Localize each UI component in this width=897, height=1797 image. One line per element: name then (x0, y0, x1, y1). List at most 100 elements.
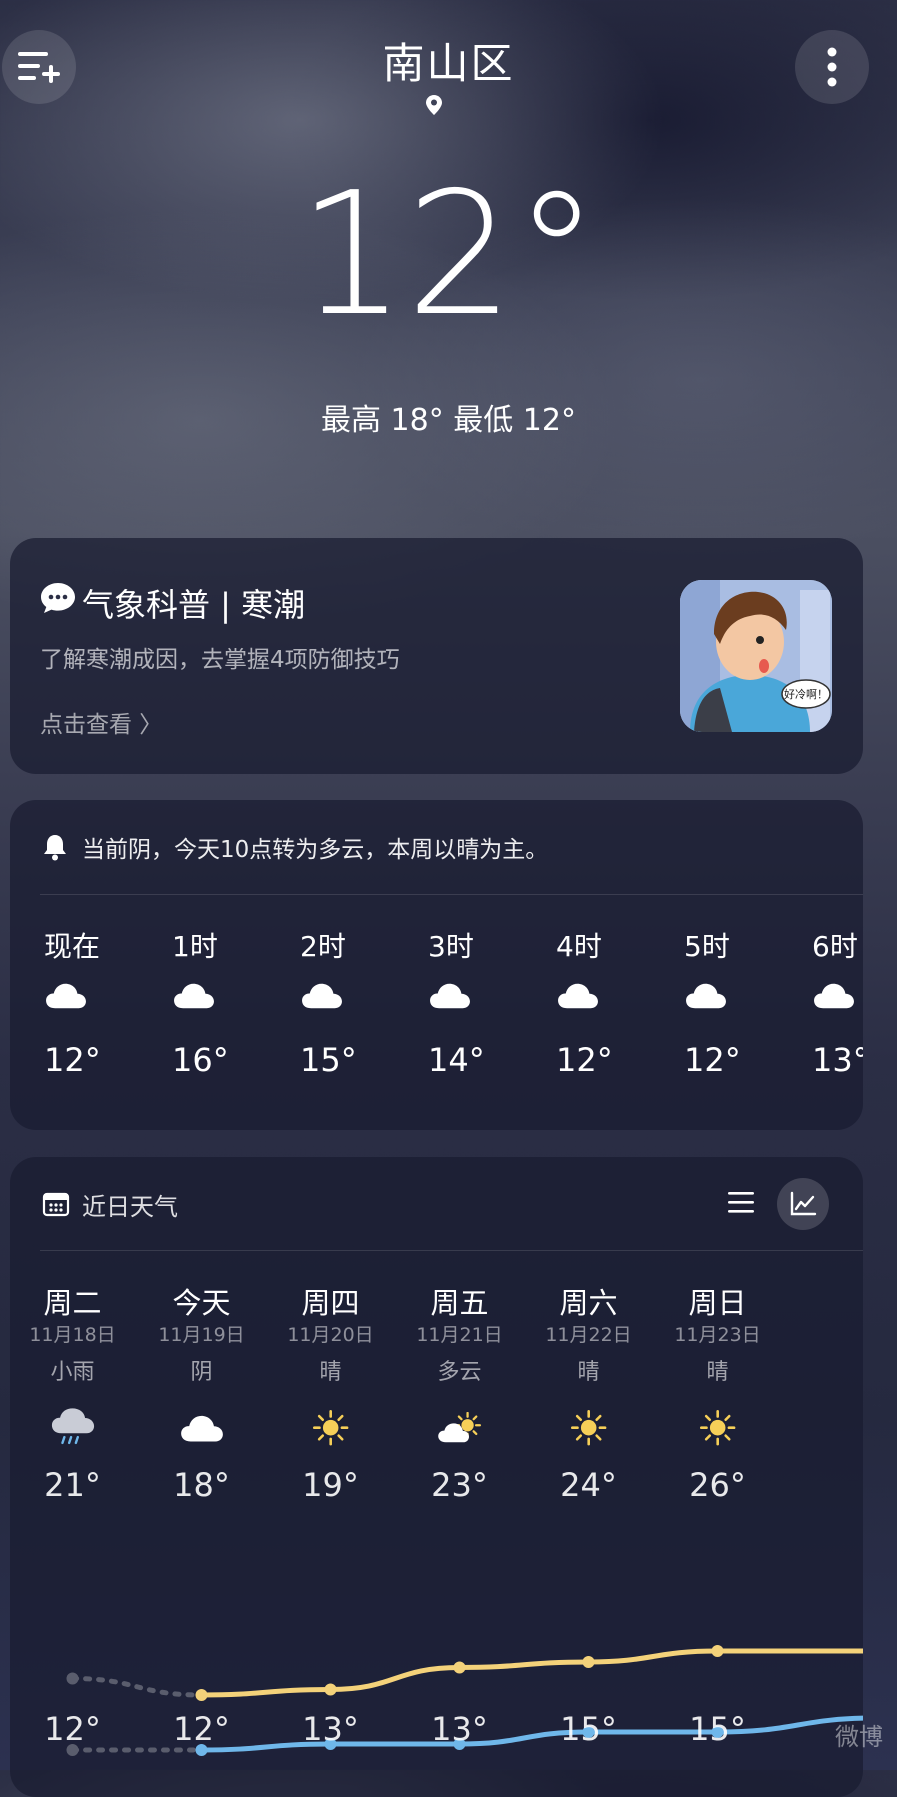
daily-item: 周四 11月20日 晴 19° (266, 1280, 395, 1504)
day-high-temperature: 24° (560, 1466, 617, 1504)
day-low-temperature: 12° (44, 1710, 101, 1748)
hour-temperature: 12° (44, 1041, 101, 1079)
chat-bubble-icon (41, 583, 75, 613)
day-icon-wrap (266, 1400, 395, 1456)
hour-label: 3时 (428, 930, 474, 963)
cloud-icon (558, 983, 598, 1009)
hour-icon-wrap (300, 981, 428, 1041)
hour-temperature: 16° (172, 1041, 229, 1079)
weather-alert-text: 当前阴，今天10点转为多云，本周以晴为主。 (82, 837, 549, 863)
day-date: 11月22日 (545, 1324, 632, 1346)
day-condition: 小雨 (50, 1360, 95, 1385)
day-icon-wrap (524, 1400, 653, 1456)
day-date: 11月19日 (158, 1324, 245, 1346)
day-date: 11月21日 (416, 1324, 503, 1346)
cloud-icon (46, 983, 86, 1009)
hourly-item: 1时 16° (172, 925, 300, 1079)
day-condition: 多云 (437, 1360, 482, 1385)
daily-forecast-title: 近日天气 (82, 1193, 178, 1221)
city-name[interactable]: 南山区 (0, 30, 897, 91)
hour-temperature: 15° (300, 1041, 357, 1079)
day-icon-wrap (653, 1400, 782, 1456)
hour-label: 1时 (172, 930, 218, 963)
day-low-temperature: 15° (560, 1710, 617, 1748)
day-name: 周四 (301, 1286, 360, 1320)
hourly-item: 4时 12° (556, 925, 684, 1079)
hour-icon-wrap (428, 981, 556, 1041)
day-condition: 晴 (319, 1360, 342, 1385)
cold-wave-cartoon-thumbnail[interactable]: 好冷啊！ (680, 580, 832, 732)
high-low-temperature: 最高 18° 最低 12° (321, 403, 576, 438)
hourly-item: 6时 13° (812, 925, 863, 1079)
hour-icon-wrap (172, 981, 300, 1041)
cloud-icon (814, 983, 854, 1009)
chart-view-toggle[interactable] (777, 1178, 829, 1230)
day-icon-wrap (137, 1400, 266, 1456)
watermark: 微博 (835, 1723, 883, 1751)
daily-divider (40, 1250, 863, 1251)
day-high-temperature: 19° (302, 1466, 359, 1504)
list-view-toggle[interactable] (726, 1188, 758, 1220)
hourly-item: 5时 12° (684, 925, 812, 1079)
hourly-list[interactable]: 现在 12° 1时 16° 2时 15° 3时 14° 4时 12° 5时 12… (44, 925, 863, 1105)
calendar-icon (42, 1192, 70, 1217)
high-trend-line (199, 1648, 863, 1698)
day-high-temperature: 18° (173, 1466, 230, 1504)
high-point (582, 1656, 595, 1668)
hour-icon-wrap (684, 981, 812, 1041)
hour-icon-wrap (812, 981, 863, 1041)
day-condition: 晴 (706, 1360, 729, 1385)
cloud-icon (174, 983, 214, 1009)
day-name: 今天 (172, 1286, 231, 1320)
daily-list[interactable]: 周二 11月18日 小雨 21° 今天 11月19日 阴 18° 周四 11月2… (8, 1280, 863, 1770)
high-point (195, 1689, 208, 1701)
day-condition: 阴 (190, 1360, 213, 1385)
view-details-link[interactable]: 点击查看 〉 (40, 705, 162, 739)
day-name: 周日 (688, 1286, 747, 1320)
partly-cloudy-icon (437, 1411, 481, 1443)
day-icon-wrap (8, 1400, 137, 1456)
day-low-temperature: 15° (689, 1710, 746, 1748)
science-title: 气象科普 | 寒潮 (82, 586, 306, 624)
hourly-item: 2时 15° (300, 925, 428, 1079)
current-temperature: 12° (297, 156, 600, 354)
bell-icon (44, 835, 66, 861)
day-low-temperature: 12° (173, 1710, 230, 1748)
more-options-button[interactable] (795, 30, 869, 104)
day-icon-wrap (395, 1400, 524, 1456)
hour-temperature: 12° (556, 1041, 613, 1079)
cloud-icon (430, 983, 470, 1009)
daily-item: 周日 11月23日 晴 26° (653, 1280, 782, 1504)
day-low-temperature: 13° (302, 1710, 359, 1748)
day-condition: 晴 (577, 1360, 600, 1385)
hour-icon-wrap (556, 981, 684, 1041)
hour-temperature: 13° (812, 1041, 863, 1079)
day-date: 11月20日 (287, 1324, 374, 1346)
hour-icon-wrap (44, 981, 172, 1041)
day-name: 周二 (43, 1286, 102, 1320)
line-chart-icon (790, 1191, 817, 1216)
day-name: 周五 (430, 1286, 489, 1320)
hour-temperature: 14° (428, 1041, 485, 1079)
sun-icon (699, 1410, 736, 1446)
hour-label: 6时 (812, 930, 858, 963)
high-point (453, 1661, 466, 1674)
hour-label: 5时 (684, 930, 730, 963)
high-point (324, 1683, 337, 1696)
day-high-temperature: 21° (44, 1466, 101, 1504)
day-high-temperature: 26° (689, 1466, 746, 1504)
cloud-icon (686, 983, 726, 1009)
hour-temperature: 12° (684, 1041, 741, 1079)
day-high-temperature: 23° (431, 1466, 488, 1504)
list-icon (728, 1192, 754, 1213)
hour-label: 2时 (300, 930, 346, 963)
hourly-item: 现在 12° (44, 925, 172, 1079)
daily-item: 周六 11月22日 晴 24° (524, 1280, 653, 1504)
hourly-item: 3时 14° (428, 925, 556, 1079)
hourly-divider (40, 894, 863, 895)
day-name: 周六 (559, 1286, 618, 1320)
cloud-icon (180, 1415, 223, 1442)
daily-item: 周五 11月21日 多云 23° (395, 1280, 524, 1504)
high-trend-past-line (70, 1676, 204, 1698)
day-date: 11月23日 (674, 1324, 761, 1346)
